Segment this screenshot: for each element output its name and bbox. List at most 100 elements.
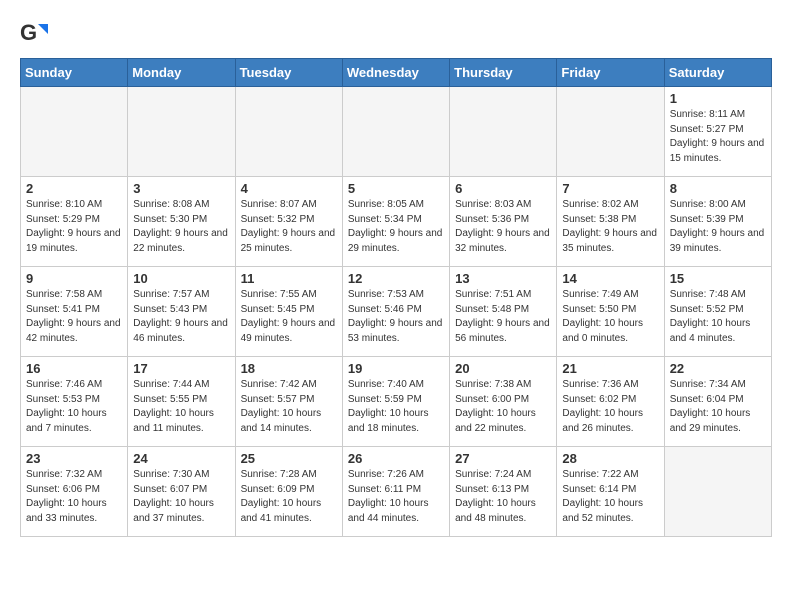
calendar-cell: 6 Sunrise: 8:03 AMSunset: 5:36 PMDaylight…	[450, 177, 557, 267]
day-number: 22	[670, 361, 766, 376]
day-info: Sunrise: 7:28 AMSunset: 6:09 PMDaylight:…	[241, 468, 337, 526]
column-header-friday: Friday	[557, 59, 664, 87]
day-number: 12	[348, 271, 444, 286]
day-info: Sunrise: 7:30 AMSunset: 6:07 PMDaylight:…	[133, 468, 229, 526]
calendar-week-row: 9 Sunrise: 7:58 AMSunset: 5:41 PMDaylight…	[21, 267, 772, 357]
calendar-week-row: 2 Sunrise: 8:10 AMSunset: 5:29 PMDaylight…	[21, 177, 772, 267]
calendar-table: SundayMondayTuesdayWednesdayThursdayFrid…	[20, 58, 772, 537]
day-info: Sunrise: 8:03 AMSunset: 5:36 PMDaylight:…	[455, 198, 551, 256]
calendar-cell	[557, 87, 664, 177]
column-header-thursday: Thursday	[450, 59, 557, 87]
day-number: 4	[241, 181, 337, 196]
day-info: Sunrise: 7:55 AMSunset: 5:45 PMDaylight:…	[241, 288, 337, 346]
calendar-cell: 28 Sunrise: 7:22 AMSunset: 6:14 PMDayligh…	[557, 447, 664, 537]
calendar-cell	[21, 87, 128, 177]
calendar-cell	[664, 447, 771, 537]
day-number: 3	[133, 181, 229, 196]
calendar-cell: 15 Sunrise: 7:48 AMSunset: 5:52 PMDayligh…	[664, 267, 771, 357]
day-info: Sunrise: 7:36 AMSunset: 6:02 PMDaylight:…	[562, 378, 658, 436]
day-number: 2	[26, 181, 122, 196]
day-info: Sunrise: 8:11 AMSunset: 5:27 PMDaylight:…	[670, 108, 766, 166]
day-number: 18	[241, 361, 337, 376]
calendar-cell: 12 Sunrise: 7:53 AMSunset: 5:46 PMDayligh…	[342, 267, 449, 357]
calendar-cell: 20 Sunrise: 7:38 AMSunset: 6:00 PMDayligh…	[450, 357, 557, 447]
logo-icon: G	[20, 20, 48, 48]
calendar-cell	[450, 87, 557, 177]
column-header-monday: Monday	[128, 59, 235, 87]
day-number: 19	[348, 361, 444, 376]
column-header-saturday: Saturday	[664, 59, 771, 87]
day-number: 6	[455, 181, 551, 196]
column-header-wednesday: Wednesday	[342, 59, 449, 87]
day-number: 8	[670, 181, 766, 196]
day-info: Sunrise: 7:26 AMSunset: 6:11 PMDaylight:…	[348, 468, 444, 526]
calendar-cell: 22 Sunrise: 7:34 AMSunset: 6:04 PMDayligh…	[664, 357, 771, 447]
calendar-cell: 8 Sunrise: 8:00 AMSunset: 5:39 PMDaylight…	[664, 177, 771, 267]
day-info: Sunrise: 8:07 AMSunset: 5:32 PMDaylight:…	[241, 198, 337, 256]
calendar-cell: 1 Sunrise: 8:11 AMSunset: 5:27 PMDaylight…	[664, 87, 771, 177]
day-info: Sunrise: 7:42 AMSunset: 5:57 PMDaylight:…	[241, 378, 337, 436]
calendar-cell: 7 Sunrise: 8:02 AMSunset: 5:38 PMDaylight…	[557, 177, 664, 267]
logo: G	[20, 20, 52, 48]
day-number: 23	[26, 451, 122, 466]
day-number: 15	[670, 271, 766, 286]
day-info: Sunrise: 7:32 AMSunset: 6:06 PMDaylight:…	[26, 468, 122, 526]
day-info: Sunrise: 7:57 AMSunset: 5:43 PMDaylight:…	[133, 288, 229, 346]
day-number: 14	[562, 271, 658, 286]
calendar-cell	[235, 87, 342, 177]
day-info: Sunrise: 8:10 AMSunset: 5:29 PMDaylight:…	[26, 198, 122, 256]
calendar-cell: 10 Sunrise: 7:57 AMSunset: 5:43 PMDayligh…	[128, 267, 235, 357]
day-number: 7	[562, 181, 658, 196]
calendar-week-row: 1 Sunrise: 8:11 AMSunset: 5:27 PMDaylight…	[21, 87, 772, 177]
day-number: 10	[133, 271, 229, 286]
day-number: 20	[455, 361, 551, 376]
calendar-cell: 24 Sunrise: 7:30 AMSunset: 6:07 PMDayligh…	[128, 447, 235, 537]
calendar-header-row: SundayMondayTuesdayWednesdayThursdayFrid…	[21, 59, 772, 87]
calendar-cell: 11 Sunrise: 7:55 AMSunset: 5:45 PMDayligh…	[235, 267, 342, 357]
calendar-cell: 26Sunrise: 7:26 AMSunset: 6:11 PMDayligh…	[342, 447, 449, 537]
day-number: 11	[241, 271, 337, 286]
day-number: 9	[26, 271, 122, 286]
day-info: Sunrise: 7:49 AMSunset: 5:50 PMDaylight:…	[562, 288, 658, 346]
day-info: Sunrise: 7:46 AMSunset: 5:53 PMDaylight:…	[26, 378, 122, 436]
day-info: Sunrise: 7:34 AMSunset: 6:04 PMDaylight:…	[670, 378, 766, 436]
calendar-cell	[342, 87, 449, 177]
day-number: 28	[562, 451, 658, 466]
day-number: 16	[26, 361, 122, 376]
calendar-cell: 25 Sunrise: 7:28 AMSunset: 6:09 PMDayligh…	[235, 447, 342, 537]
day-number: 24	[133, 451, 229, 466]
calendar-cell: 14 Sunrise: 7:49 AMSunset: 5:50 PMDayligh…	[557, 267, 664, 357]
day-number: 17	[133, 361, 229, 376]
calendar-cell: 4 Sunrise: 8:07 AMSunset: 5:32 PMDaylight…	[235, 177, 342, 267]
day-info: Sunrise: 7:48 AMSunset: 5:52 PMDaylight:…	[670, 288, 766, 346]
day-info: Sunrise: 7:24 AMSunset: 6:13 PMDaylight:…	[455, 468, 551, 526]
day-number: 1	[670, 91, 766, 106]
day-number: 27	[455, 451, 551, 466]
calendar-cell: 5Sunrise: 8:05 AMSunset: 5:34 PMDaylight…	[342, 177, 449, 267]
calendar-cell: 21 Sunrise: 7:36 AMSunset: 6:02 PMDayligh…	[557, 357, 664, 447]
calendar-cell: 18 Sunrise: 7:42 AMSunset: 5:57 PMDayligh…	[235, 357, 342, 447]
column-header-sunday: Sunday	[21, 59, 128, 87]
calendar-cell: 23 Sunrise: 7:32 AMSunset: 6:06 PMDayligh…	[21, 447, 128, 537]
day-info: Sunrise: 7:44 AMSunset: 5:55 PMDaylight:…	[133, 378, 229, 436]
day-number: 5	[348, 181, 444, 196]
day-number: 13	[455, 271, 551, 286]
calendar-cell: 2 Sunrise: 8:10 AMSunset: 5:29 PMDaylight…	[21, 177, 128, 267]
calendar-cell	[128, 87, 235, 177]
day-info: Sunrise: 8:00 AMSunset: 5:39 PMDaylight:…	[670, 198, 766, 256]
calendar-cell: 16 Sunrise: 7:46 AMSunset: 5:53 PMDayligh…	[21, 357, 128, 447]
day-info: Sunrise: 8:02 AMSunset: 5:38 PMDaylight:…	[562, 198, 658, 256]
column-header-tuesday: Tuesday	[235, 59, 342, 87]
calendar-cell: 17 Sunrise: 7:44 AMSunset: 5:55 PMDayligh…	[128, 357, 235, 447]
day-info: Sunrise: 8:08 AMSunset: 5:30 PMDaylight:…	[133, 198, 229, 256]
day-number: 21	[562, 361, 658, 376]
day-info: Sunrise: 7:53 AMSunset: 5:46 PMDaylight:…	[348, 288, 444, 346]
day-info: Sunrise: 7:22 AMSunset: 6:14 PMDaylight:…	[562, 468, 658, 526]
day-info: Sunrise: 7:38 AMSunset: 6:00 PMDaylight:…	[455, 378, 551, 436]
day-info: Sunrise: 7:58 AMSunset: 5:41 PMDaylight:…	[26, 288, 122, 346]
svg-text:G: G	[20, 20, 37, 45]
calendar-cell: 13Sunrise: 7:51 AMSunset: 5:48 PMDayligh…	[450, 267, 557, 357]
day-number: 25	[241, 451, 337, 466]
calendar-cell: 27 Sunrise: 7:24 AMSunset: 6:13 PMDayligh…	[450, 447, 557, 537]
calendar-week-row: 23 Sunrise: 7:32 AMSunset: 6:06 PMDayligh…	[21, 447, 772, 537]
